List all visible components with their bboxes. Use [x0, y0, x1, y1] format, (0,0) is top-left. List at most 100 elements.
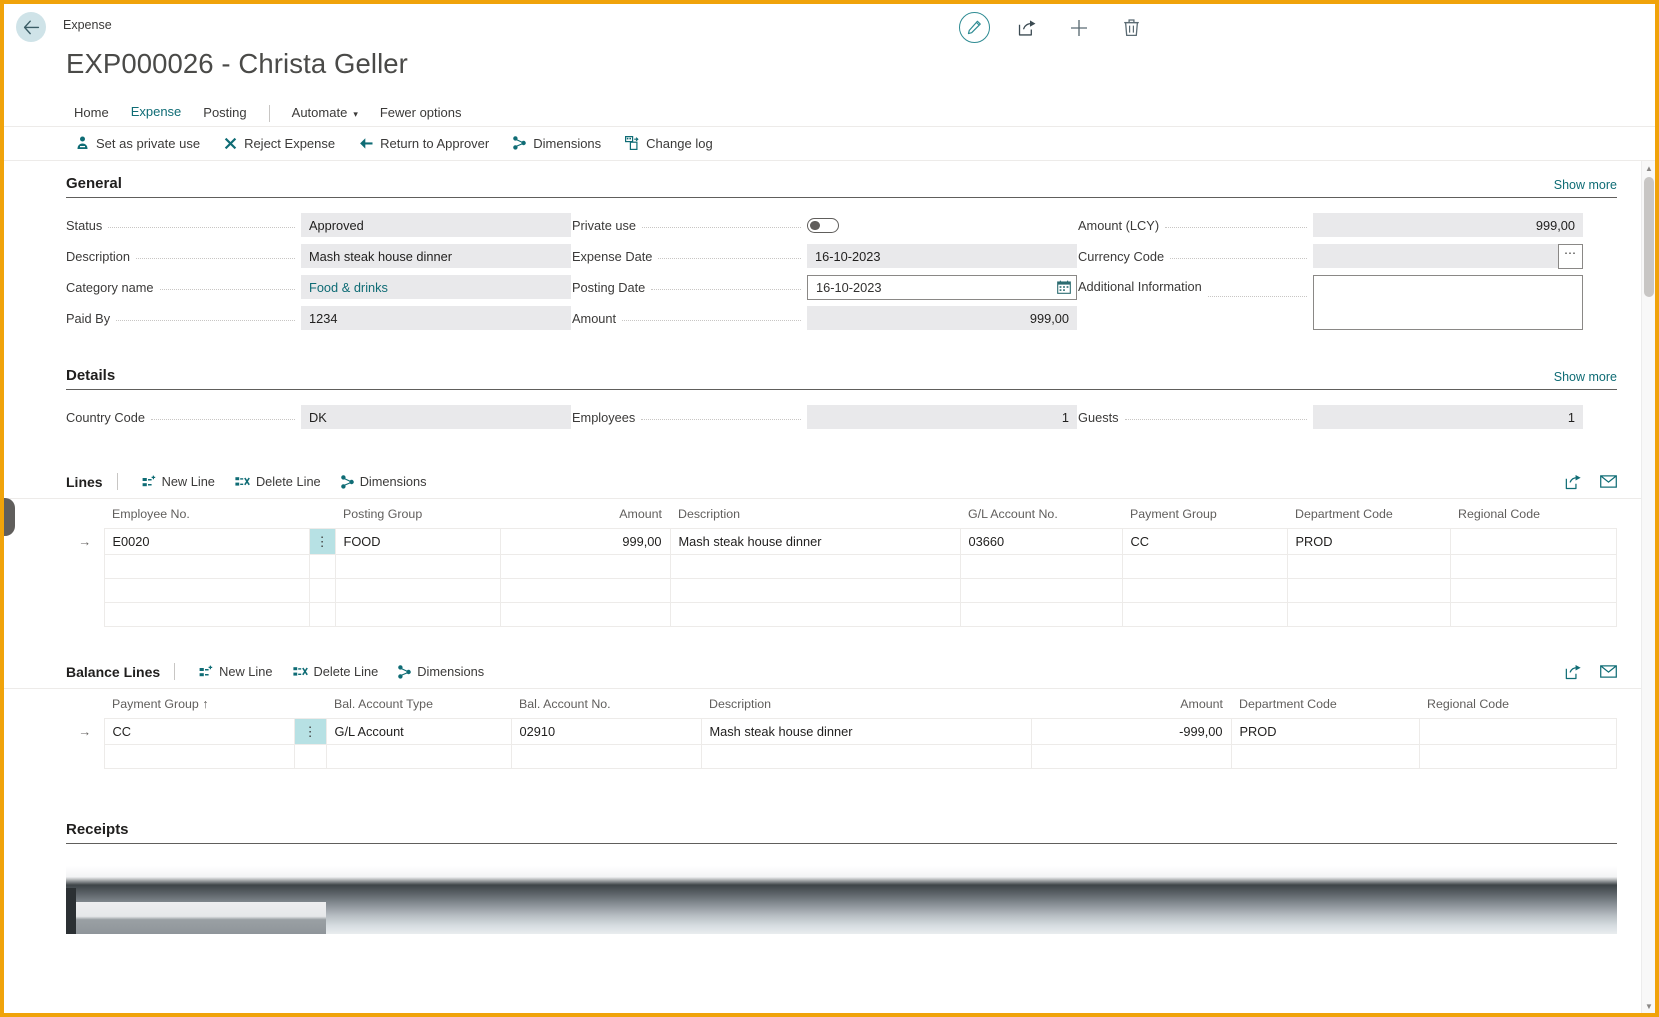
tab-posting[interactable]: Posting: [192, 101, 257, 127]
cell-department-code[interactable]: [1230, 744, 1420, 769]
col-header-description[interactable]: Description: [670, 499, 960, 529]
cell-department-code[interactable]: [1286, 602, 1451, 627]
field-description-value[interactable]: Mash steak house dinner: [301, 244, 571, 268]
set-as-private-use-button[interactable]: Set as private use: [66, 132, 214, 155]
calendar-icon[interactable]: [1057, 280, 1071, 294]
cell-department-code[interactable]: [1286, 554, 1451, 579]
field-expense-date-value[interactable]: 16-10-2023: [807, 244, 1077, 268]
tab-expense[interactable]: Expense: [119, 100, 193, 127]
lines-dimensions-button[interactable]: Dimensions: [331, 471, 437, 492]
tab-home[interactable]: Home: [66, 101, 120, 127]
cell-gl-account-no[interactable]: [959, 602, 1123, 627]
cell-description[interactable]: [669, 602, 961, 627]
reject-expense-button[interactable]: Reject Expense: [214, 132, 349, 155]
cell-description[interactable]: [669, 554, 961, 579]
field-status-value[interactable]: Approved: [301, 213, 571, 237]
col-header-department-code[interactable]: Department Code: [1287, 499, 1450, 529]
cell-regional-code[interactable]: [1449, 602, 1617, 627]
cell-regional-code[interactable]: [1418, 744, 1617, 769]
field-currency-code-value[interactable]: [1313, 244, 1558, 268]
balance-lines-delete-line-button[interactable]: Delete Line: [283, 661, 389, 682]
lines-new-line-button[interactable]: New Line: [132, 471, 225, 492]
cell-regional-code[interactable]: [1449, 528, 1617, 555]
col-header-employee-no[interactable]: Employee No.: [104, 499, 309, 529]
cell-posting-group[interactable]: FOOD: [334, 528, 501, 555]
dimensions-button[interactable]: Dimensions: [503, 132, 615, 155]
row-actions-button[interactable]: ⋮: [308, 528, 336, 555]
cell-employee-no[interactable]: [103, 602, 310, 627]
col-header-amount[interactable]: Amount: [1031, 689, 1231, 719]
cell-description[interactable]: Mash steak house dinner: [669, 528, 961, 555]
back-button[interactable]: [16, 12, 46, 42]
cell-actions[interactable]: [293, 744, 327, 769]
private-use-toggle[interactable]: [807, 217, 839, 233]
scroll-down-arrow[interactable]: ▼: [1642, 999, 1655, 1013]
cell-regional-code[interactable]: [1449, 554, 1617, 579]
row-actions-button[interactable]: ⋮: [293, 718, 327, 745]
cell-posting-group[interactable]: [334, 554, 501, 579]
cell-department-code[interactable]: PROD: [1230, 718, 1420, 745]
table-row[interactable]: → E0020 ⋮ FOOD 999,00 Mash steak house d…: [66, 528, 1617, 555]
cell-actions[interactable]: [308, 554, 336, 579]
share-button[interactable]: [1012, 13, 1042, 43]
open-in-excel-icon[interactable]: [1565, 664, 1582, 680]
posting-date-input[interactable]: 16-10-2023: [807, 274, 1077, 300]
cell-amount[interactable]: [499, 578, 671, 603]
scroll-up-arrow[interactable]: ▲: [1642, 161, 1655, 175]
balance-lines-new-line-button[interactable]: New Line: [189, 661, 282, 682]
col-header-description[interactable]: Description: [701, 689, 1031, 719]
col-header-payment-group[interactable]: Payment Group ↑: [104, 689, 294, 719]
field-category-name-value[interactable]: Food & drinks: [301, 275, 571, 299]
cell-amount[interactable]: -999,00: [1030, 718, 1232, 745]
col-header-posting-group[interactable]: Posting Group: [335, 499, 500, 529]
cell-employee-no[interactable]: [103, 554, 310, 579]
cell-employee-no[interactable]: [103, 578, 310, 603]
cell-actions[interactable]: [308, 602, 336, 627]
cell-gl-account-no[interactable]: [959, 554, 1123, 579]
cell-regional-code[interactable]: [1449, 578, 1617, 603]
cell-department-code[interactable]: [1286, 578, 1451, 603]
cell-department-code[interactable]: PROD: [1286, 528, 1451, 555]
vertical-scrollbar[interactable]: ▲ ▼: [1641, 161, 1655, 1013]
cell-actions[interactable]: [308, 578, 336, 603]
col-header-bal-account-no[interactable]: Bal. Account No.: [511, 689, 701, 719]
col-header-department-code[interactable]: Department Code: [1231, 689, 1419, 719]
share-grid-icon[interactable]: [1600, 474, 1617, 489]
cell-employee-no[interactable]: E0020: [103, 528, 310, 555]
change-log-button[interactable]: Change log: [615, 132, 727, 155]
open-in-excel-icon[interactable]: [1565, 474, 1582, 490]
cell-payment-group[interactable]: CC: [103, 718, 295, 745]
cell-regional-code[interactable]: [1418, 718, 1617, 745]
additional-information-input[interactable]: [1313, 275, 1583, 330]
cell-posting-group[interactable]: [334, 602, 501, 627]
table-row[interactable]: [66, 744, 1617, 769]
share-grid-icon[interactable]: [1600, 664, 1617, 679]
edit-button[interactable]: [959, 12, 990, 43]
table-row[interactable]: → CC ⋮ G/L Account 02910 Mash steak hous…: [66, 718, 1617, 745]
cell-amount[interactable]: 999,00: [499, 528, 671, 555]
cell-payment-group[interactable]: [1121, 602, 1288, 627]
scrollbar-thumb[interactable]: [1644, 177, 1654, 297]
cell-bal-account-no[interactable]: [510, 744, 702, 769]
cell-payment-group[interactable]: [1121, 578, 1288, 603]
cell-payment-group[interactable]: [103, 744, 295, 769]
fewer-options-button[interactable]: Fewer options: [369, 101, 473, 127]
cell-bal-account-no[interactable]: 02910: [510, 718, 702, 745]
table-row[interactable]: [66, 602, 1617, 627]
breadcrumb[interactable]: Expense: [63, 18, 112, 32]
field-country-code-value[interactable]: DK: [301, 405, 571, 429]
col-header-amount[interactable]: Amount: [500, 499, 670, 529]
details-show-more[interactable]: Show more: [1554, 370, 1617, 384]
cell-description[interactable]: [669, 578, 961, 603]
cell-amount[interactable]: [499, 554, 671, 579]
field-amount-lcy-value[interactable]: 999,00: [1313, 213, 1583, 237]
col-header-payment-group[interactable]: Payment Group: [1122, 499, 1287, 529]
currency-code-assist-button[interactable]: ⋯: [1558, 243, 1583, 269]
balance-lines-dimensions-button[interactable]: Dimensions: [388, 661, 494, 682]
col-header-regional-code[interactable]: Regional Code: [1450, 499, 1617, 529]
cell-gl-account-no[interactable]: 03660: [959, 528, 1123, 555]
cell-description[interactable]: [700, 744, 1032, 769]
cell-amount[interactable]: [1030, 744, 1232, 769]
cell-bal-account-type[interactable]: G/L Account: [325, 718, 512, 745]
table-row[interactable]: [66, 578, 1617, 603]
